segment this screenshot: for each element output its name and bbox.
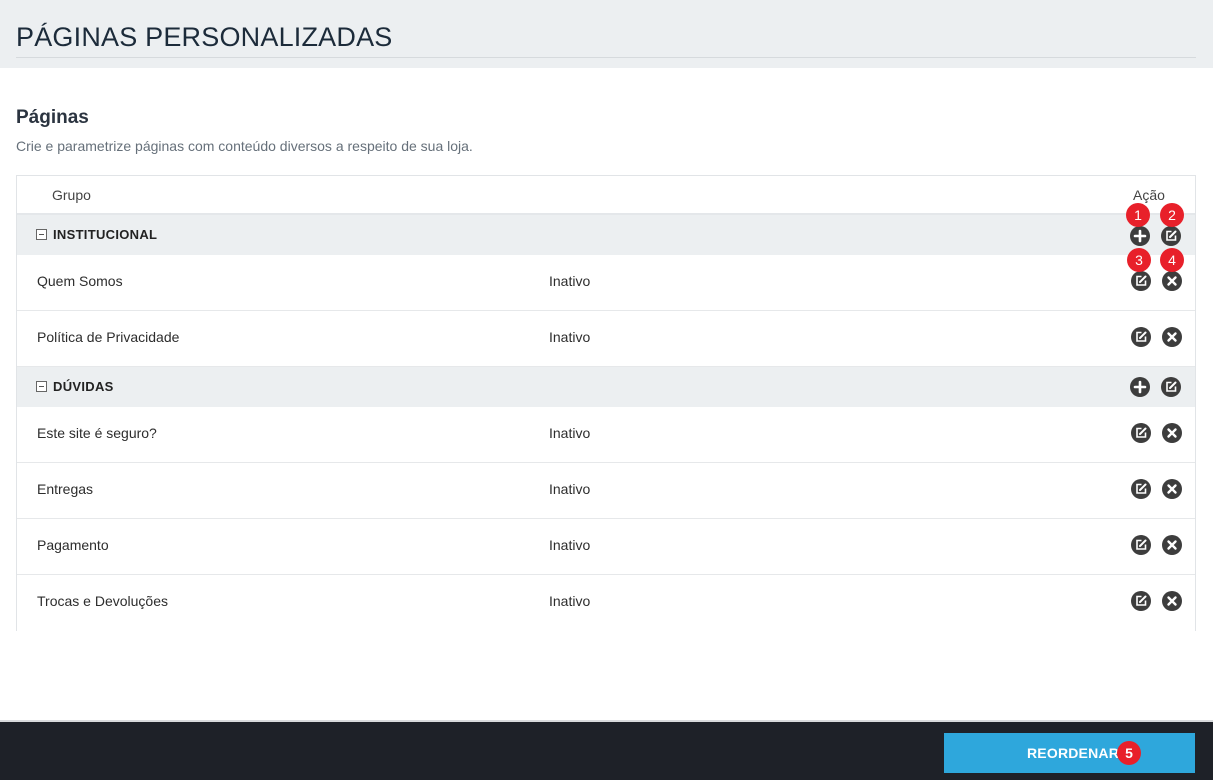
group-row-institucional: INSTITUCIONAL	[17, 215, 1195, 255]
page-name: Quem Somos	[37, 273, 123, 289]
page-status: Inativo	[549, 329, 591, 345]
page-name: Este site é seguro?	[37, 425, 157, 441]
close-icon[interactable]	[1162, 535, 1182, 555]
page-status: Inativo	[549, 593, 591, 609]
edit-icon[interactable]	[1131, 479, 1151, 499]
edit-icon[interactable]	[1131, 535, 1151, 555]
page-name: Trocas e Devoluções	[37, 593, 168, 609]
page-title: PÁGINAS PERSONALIZADAS	[16, 22, 393, 52]
page-name: Entregas	[37, 481, 94, 497]
page-status: Inativo	[549, 273, 591, 289]
reorder-button[interactable]: REORDENAR 5	[944, 733, 1195, 773]
table-row: Este site é seguro? Inativo	[17, 407, 1195, 463]
page-header: PÁGINAS PERSONALIZADAS	[0, 0, 1213, 68]
table-row: Quem Somos Inativo	[17, 255, 1195, 311]
edit-icon[interactable]	[1161, 226, 1181, 246]
group-label: INSTITUCIONAL	[53, 227, 158, 242]
edit-icon[interactable]	[1131, 591, 1151, 611]
page-status: Inativo	[549, 425, 591, 441]
plus-icon[interactable]	[1130, 377, 1150, 397]
edit-icon[interactable]	[1131, 271, 1151, 291]
page-status: Inativo	[549, 481, 591, 497]
annotation-badge-4: 4	[1160, 248, 1184, 272]
group-row-duvidas: DÚVIDAS	[17, 367, 1195, 407]
reorder-button-label: REORDENAR	[1027, 745, 1120, 761]
edit-icon[interactable]	[1131, 327, 1151, 347]
section-description: Crie e parametrize páginas com conteúdo …	[16, 138, 473, 154]
table-row: Entregas Inativo	[17, 463, 1195, 519]
page-name: Política de Privacidade	[37, 329, 180, 345]
footer-bar: REORDENAR 5	[0, 720, 1213, 780]
group-label: DÚVIDAS	[53, 379, 114, 394]
close-icon[interactable]	[1162, 271, 1182, 291]
annotation-badge-1: 1	[1126, 203, 1150, 227]
annotation-badge-2: 2	[1160, 203, 1184, 227]
page-status: Inativo	[549, 537, 591, 553]
section-title: Páginas	[16, 107, 89, 128]
header-divider	[16, 57, 1196, 58]
table-row: Pagamento Inativo	[17, 519, 1195, 575]
table-row: Política de Privacidade Inativo	[17, 311, 1195, 367]
column-header-action: Ação	[1133, 187, 1165, 203]
close-icon[interactable]	[1162, 479, 1182, 499]
column-header-group: Grupo	[52, 187, 91, 203]
page-name: Pagamento	[37, 537, 109, 553]
annotation-badge-3: 3	[1127, 248, 1151, 272]
close-icon[interactable]	[1162, 423, 1182, 443]
collapse-toggle-icon[interactable]	[36, 229, 47, 240]
close-icon[interactable]	[1162, 327, 1182, 347]
table-row: Trocas e Devoluções Inativo	[17, 575, 1195, 631]
plus-icon[interactable]	[1130, 226, 1150, 246]
edit-icon[interactable]	[1161, 377, 1181, 397]
collapse-toggle-icon[interactable]	[36, 381, 47, 392]
table-header: Grupo Ação	[17, 176, 1195, 215]
edit-icon[interactable]	[1131, 423, 1151, 443]
close-icon[interactable]	[1162, 591, 1182, 611]
pages-table: Grupo Ação INSTITUCIONAL Quem Somos Inat…	[16, 175, 1196, 631]
annotation-badge-5: 5	[1117, 741, 1141, 765]
